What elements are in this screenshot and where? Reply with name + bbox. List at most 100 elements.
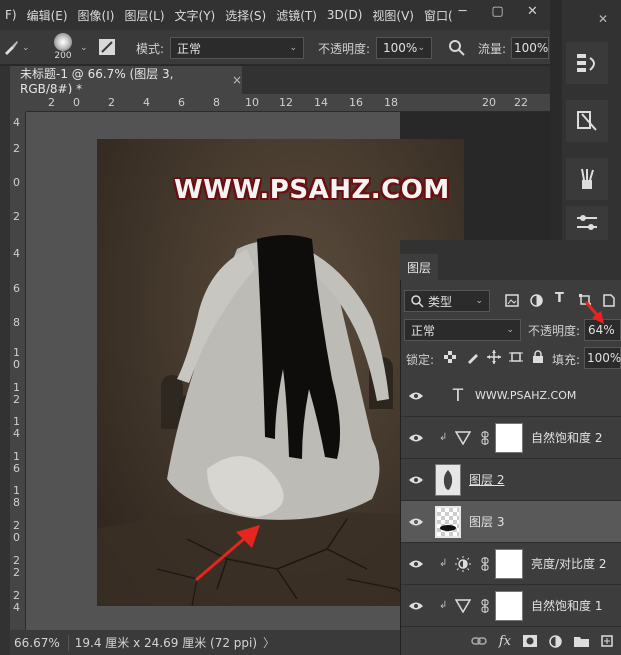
ruler-tick: 14 [314,96,328,109]
opacity-field[interactable]: 100% ⌄ [376,37,432,59]
flow-value: 100% [514,41,549,55]
ruler-tick: 8 [213,96,220,109]
adjustments-button[interactable] [566,206,608,240]
dock-collapse-icon[interactable]: ✕ [598,12,608,26]
layer-row-brightness-contrast-2[interactable]: ↲ 亮度/对比度 2 [401,543,621,585]
lock-label: 锁定: [406,353,435,367]
vertical-ruler[interactable] [10,112,26,630]
ruler-origin[interactable] [10,94,26,112]
add-mask-icon[interactable] [523,635,537,647]
history-panel-button[interactable] [566,42,608,84]
status-arrow-icon[interactable]: 〉 [263,634,275,651]
ruler-tick: 20 [482,96,496,109]
link-layers-icon[interactable] [471,636,487,646]
menu-select[interactable]: 选择(S) [220,7,271,24]
lock-image-pixels-icon[interactable] [466,350,480,364]
visibility-eye-icon[interactable] [401,601,431,611]
layer-row-text[interactable]: T WWW.PSAHZ.COM [401,375,621,417]
sliders-icon [577,215,597,230]
pressure-opacity-icon[interactable] [448,39,466,57]
document-tab[interactable]: 未标题-1 @ 66.7% (图层 3, RGB/8#) * × [10,66,242,96]
status-divider [67,634,69,651]
tool-presets-button[interactable] [566,158,608,200]
fill-value: 100% [587,351,621,365]
filter-adjustment-icon[interactable] [530,294,543,307]
ruler-tick: 12 [279,96,293,109]
ruler-tick: 22 [514,96,528,109]
ruler-tick: 0 [73,96,80,109]
menu-layer[interactable]: 图层(L) [119,7,169,24]
vibrance-icon [455,430,471,445]
brush-picker-chevron-icon[interactable]: ⌄ [80,43,88,53]
layer-name: 图层 2 [469,473,505,487]
fill-field[interactable]: 100% [584,347,621,369]
ruler-tick: 18 [384,96,398,109]
layer-name: 自然饱和度 1 [531,599,603,613]
brush-preset-picker[interactable]: 200 [48,33,78,63]
ruler-tick: 4 [13,247,20,260]
new-layer-icon[interactable] [601,635,613,647]
visibility-eye-icon[interactable] [401,517,431,527]
restore-button[interactable]: ▢ [480,0,515,22]
brightness-contrast-icon [455,555,471,572]
visibility-eye-icon[interactable] [401,433,431,443]
layer-row-layer-3[interactable]: 图层 3 [401,501,621,543]
lock-all-icon[interactable] [532,350,544,364]
document-size: 19.4 厘米 x 24.69 厘米 (72 ppi) [74,636,258,650]
blend-mode-dropdown[interactable]: 正常 ⌄ [404,319,521,341]
menu-type[interactable]: 文字(Y) [170,7,221,24]
layer-mask-thumbnail[interactable] [495,422,523,453]
zoom-level[interactable]: 66.67% [10,636,68,650]
menu-edit[interactable]: 编辑(E) [22,7,73,24]
brush-size-label: 200 [54,51,72,61]
layer-link-icon [481,430,489,445]
flow-field[interactable]: 100% [511,37,549,59]
menu-3d[interactable]: 3D(D) [322,8,367,22]
ruler-tick: 2 [48,96,55,109]
layer-row-vibrance-2[interactable]: ↲ 自然饱和度 2 [401,417,621,459]
close-button[interactable]: ✕ [515,0,550,22]
ruler-tick: 6 [13,282,20,295]
brush-tool-icon[interactable] [2,38,20,56]
ruler-tick: 2 4 [13,589,20,614]
layer-thumbnail[interactable] [435,463,461,496]
chevron-down-icon: ⌄ [289,43,297,53]
properties-panel-button[interactable] [566,100,608,142]
layer-name: WWW.PSAHZ.COM [475,389,577,402]
layer-style-fx-button[interactable]: fx [499,634,511,649]
menu-file[interactable]: F) [0,8,22,22]
layer-link-icon [481,556,489,571]
mode-label: 模式: [136,42,165,56]
tool-preset-chevron-icon[interactable]: ⌄ [22,43,30,53]
menu-view[interactable]: 视图(V) [367,7,419,24]
layer-row-vibrance-1[interactable]: ↲ 自然饱和度 1 [401,585,621,627]
chevron-down-icon: ⌄ [417,43,425,53]
layer-row-layer-2[interactable]: 图层 2 [401,459,621,501]
window-controls: ─ ▢ ✕ [445,0,550,22]
layer-filter-dropdown[interactable]: 类型 ⌄ [404,290,490,312]
ruler-tick: 2 [13,142,20,155]
visibility-eye-icon[interactable] [401,559,431,569]
menu-filter[interactable]: 滤镜(T) [271,7,322,24]
new-group-folder-icon[interactable] [574,635,589,647]
close-tab-icon[interactable]: × [232,73,242,87]
lock-transparent-pixels-icon[interactable] [444,351,456,363]
filter-pixel-icon[interactable] [505,294,519,307]
minimize-button[interactable]: ─ [445,0,480,22]
new-adjustment-icon[interactable] [549,634,562,648]
tab-layers[interactable]: 图层 [400,254,438,280]
brush-settings-icon[interactable] [98,38,116,56]
filter-type-icon[interactable]: T [555,291,564,306]
layer-thumbnail[interactable] [435,505,461,538]
mode-dropdown[interactable]: 正常 ⌄ [170,37,304,59]
visibility-eye-icon[interactable] [401,475,431,485]
opacity-label: 不透明度: [318,42,371,56]
layer-mask-thumbnail[interactable] [495,590,523,621]
ruler-tick: 16 [349,96,363,109]
history-icon [577,54,595,72]
menu-image[interactable]: 图像(I) [73,7,120,24]
visibility-eye-icon[interactable] [401,391,431,401]
lock-artboard-icon[interactable] [509,350,523,364]
lock-position-icon[interactable] [487,350,501,364]
layer-mask-thumbnail[interactable] [495,548,523,579]
